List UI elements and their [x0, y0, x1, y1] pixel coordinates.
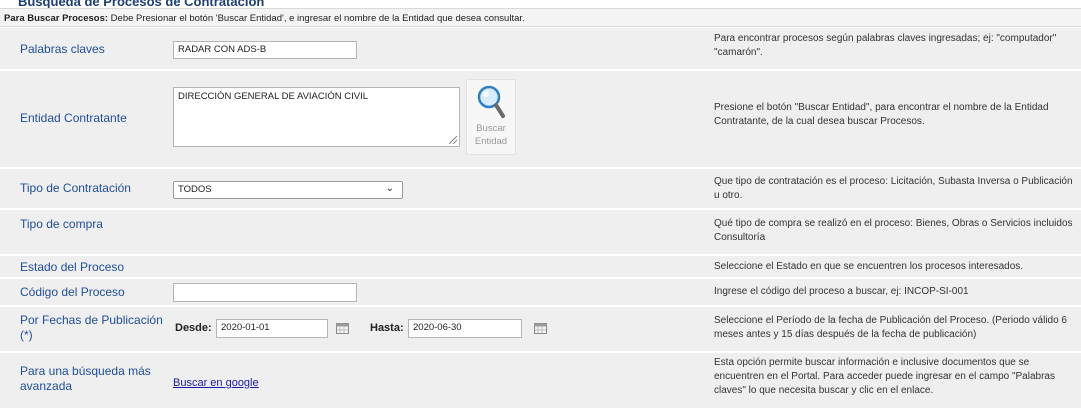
- purchase-type-help: Qué tipo de compra se realizó en el proc…: [714, 218, 1073, 243]
- calendar-icon[interactable]: [534, 323, 547, 334]
- dates-help: Seleccione el Período de la fecha de Pub…: [714, 315, 1067, 340]
- date-to-input[interactable]: 2020-06-30: [408, 319, 522, 338]
- search-entity-button[interactable]: Buscar Entidad: [466, 79, 516, 155]
- resize-grip-icon[interactable]: [449, 136, 457, 144]
- chevron-down-icon: ⌄: [385, 183, 394, 194]
- entity-help: Presione el botón "Buscar Entidad", para…: [714, 102, 1049, 127]
- keywords-label: Palabras claves: [20, 42, 105, 56]
- contract-type-select[interactable]: TODOS ⌄: [173, 181, 403, 199]
- contract-type-label: Tipo de Contratación: [20, 181, 131, 195]
- search-entity-label-2: Entidad: [474, 136, 508, 147]
- keywords-input[interactable]: RADAR CON ADS-B: [173, 41, 357, 59]
- contract-type-help: Que tipo de contratación es el proceso: …: [714, 176, 1073, 201]
- code-help: Ingrese el código del proceso a buscar, …: [714, 286, 969, 297]
- advanced-help: Esta opción permite buscar información e…: [714, 357, 1055, 396]
- date-to-label: Hasta:: [370, 322, 404, 334]
- code-input[interactable]: [173, 283, 357, 302]
- row-purchase-type: Tipo de compra Qué tipo de compra se rea…: [0, 210, 1081, 255]
- date-from-label: Desde:: [175, 322, 212, 334]
- instructions-bold: Para Buscar Procesos:: [4, 13, 109, 24]
- date-from-input[interactable]: 2020-01-01: [216, 319, 328, 338]
- instructions-text: Debe Presionar el botón 'Buscar Entidad'…: [108, 13, 525, 24]
- instructions-bar: Para Buscar Procesos: Debe Presionar el …: [0, 8, 1081, 27]
- entity-value: DIRECCIÓN GENERAL DE AVIACIÓN CIVIL: [178, 91, 369, 102]
- status-help: Seleccione el Estado en que se encuentre…: [714, 261, 1024, 272]
- row-dates: Por Fechas de Publicación (*) Desde: 202…: [0, 307, 1081, 352]
- code-label: Código del Proceso: [20, 285, 125, 299]
- row-status: Estado del Proceso Seleccione el Estado …: [0, 256, 1081, 278]
- purchase-type-label: Tipo de compra: [20, 217, 103, 231]
- row-contract-type: Tipo de Contratación TODOS ⌄ Que tipo de…: [0, 169, 1081, 209]
- google-search-link[interactable]: Buscar en google: [173, 377, 259, 389]
- entity-label: Entidad Contratante: [20, 111, 127, 125]
- calendar-icon[interactable]: [336, 323, 349, 334]
- row-keywords: Palabras claves RADAR CON ADS-B Para enc…: [0, 28, 1081, 70]
- entity-textarea[interactable]: DIRECCIÓN GENERAL DE AVIACIÓN CIVIL: [173, 87, 460, 147]
- row-entity: Entidad Contratante DIRECCIÓN GENERAL DE…: [0, 71, 1081, 168]
- contract-type-value: TODOS: [178, 184, 212, 195]
- status-label: Estado del Proceso: [20, 260, 125, 274]
- advanced-label: Para una búsqueda más avanzada: [20, 364, 151, 393]
- dates-label: Por Fechas de Publicación (*): [20, 313, 163, 342]
- search-magnifier-icon: [477, 85, 505, 118]
- row-code: Código del Proceso Ingrese el código del…: [0, 279, 1081, 306]
- row-advanced: Para una búsqueda más avanzada Buscar en…: [0, 353, 1081, 409]
- search-entity-label-1: Buscar: [476, 123, 506, 134]
- keywords-help: Para encontrar procesos según palabras c…: [714, 33, 1057, 58]
